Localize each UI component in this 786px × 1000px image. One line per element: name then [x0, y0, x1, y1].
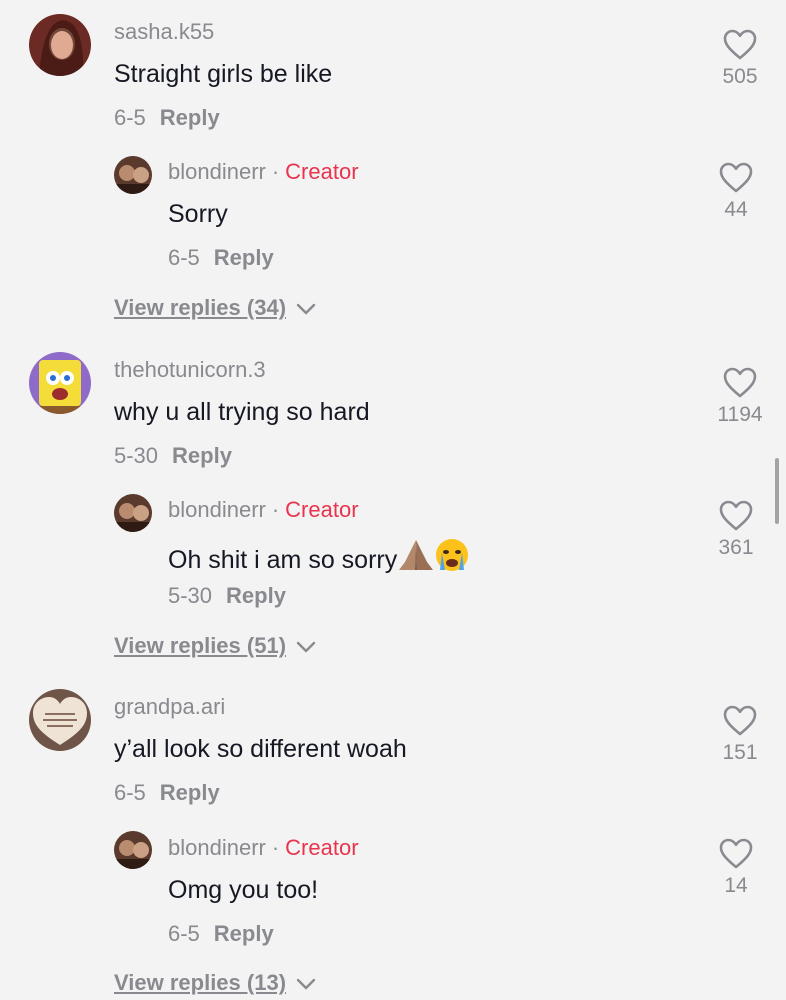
heart-outline-icon: [719, 838, 753, 869]
reply-button[interactable]: Reply: [214, 245, 274, 270]
reply-button[interactable]: Reply: [160, 780, 220, 805]
comment-meta: 5-30 Reply: [114, 443, 232, 469]
reply-username[interactable]: blondinerr: [168, 835, 266, 860]
comment-date: 6-5: [114, 780, 146, 805]
reply-button[interactable]: Reply: [172, 443, 232, 468]
reply-text: Oh shit i am so sorry: [168, 538, 469, 575]
like-button[interactable]: 151: [710, 705, 770, 765]
reply-button[interactable]: Reply: [160, 105, 220, 130]
avatar[interactable]: [114, 156, 152, 194]
comment-username[interactable]: thehotunicorn.3: [114, 357, 266, 383]
chevron-down-icon: [296, 641, 316, 653]
reply-meta: 5-30 Reply: [168, 583, 286, 609]
heart-outline-icon: [719, 162, 753, 193]
like-count: 14: [724, 874, 748, 897]
heart-outline-icon: [723, 705, 757, 736]
reply-username-row: blondinerr · Creator: [168, 497, 359, 523]
view-replies-button[interactable]: View replies (13): [114, 970, 316, 996]
view-replies-label: View replies (34): [114, 295, 287, 320]
avatar[interactable]: [29, 352, 91, 414]
reply-date: 6-5: [168, 921, 200, 946]
comment-username[interactable]: sasha.k55: [114, 19, 214, 45]
like-button[interactable]: 44: [706, 162, 766, 222]
view-replies-label: View replies (51): [114, 633, 287, 658]
comment-date: 6-5: [114, 105, 146, 130]
like-button[interactable]: 505: [710, 29, 770, 89]
reply-meta: 6-5 Reply: [168, 921, 274, 947]
scrollbar[interactable]: [775, 458, 779, 524]
creator-badge: Creator: [285, 497, 359, 522]
heart-outline-icon: [719, 500, 753, 531]
comment-date: 5-30: [114, 443, 159, 468]
reply-button[interactable]: Reply: [226, 583, 286, 608]
comment-text: why u all trying so hard: [114, 398, 370, 426]
like-count: 361: [718, 536, 754, 559]
like-button[interactable]: 14: [706, 838, 766, 898]
avatar[interactable]: [114, 831, 152, 869]
like-count: 44: [724, 198, 748, 221]
reply-username[interactable]: blondinerr: [168, 159, 266, 184]
separator-dot: ·: [271, 159, 280, 184]
comment-meta: 6-5 Reply: [114, 105, 220, 131]
reply-date: 6-5: [168, 245, 200, 270]
creator-badge: Creator: [285, 159, 359, 184]
creator-badge: Creator: [285, 835, 359, 860]
like-button[interactable]: 1194: [710, 367, 770, 427]
view-replies-button[interactable]: View replies (34): [114, 295, 316, 321]
chevron-down-icon: [296, 303, 316, 315]
view-replies-button[interactable]: View replies (51): [114, 633, 316, 659]
reply-username-row: blondinerr · Creator: [168, 159, 359, 185]
reply-date: 5-30: [168, 583, 213, 608]
avatar[interactable]: [29, 689, 91, 751]
comment-username[interactable]: grandpa.ari: [114, 694, 225, 720]
comment-text: Straight girls be like: [114, 60, 333, 88]
reply-username[interactable]: blondinerr: [168, 497, 266, 522]
reply-text: Sorry: [168, 200, 228, 228]
praying-hands-emoji: [399, 540, 434, 570]
like-count: 151: [722, 741, 758, 764]
comment-meta: 6-5 Reply: [114, 780, 220, 806]
chevron-down-icon: [296, 978, 316, 990]
like-count: 1194: [717, 403, 763, 426]
separator-dot: ·: [271, 835, 280, 860]
reply-text-content: Oh shit i am so sorry: [168, 546, 398, 574]
like-count: 505: [722, 65, 758, 88]
comment-text: y’all look so different woah: [114, 735, 407, 763]
reply-button[interactable]: Reply: [214, 921, 274, 946]
separator-dot: ·: [271, 497, 280, 522]
reply-username-row: blondinerr · Creator: [168, 835, 359, 861]
heart-outline-icon: [723, 367, 757, 398]
avatar[interactable]: [114, 494, 152, 532]
reply-meta: 6-5 Reply: [168, 245, 274, 271]
like-button[interactable]: 361: [706, 500, 766, 560]
heart-outline-icon: [723, 29, 757, 60]
avatar[interactable]: [29, 14, 91, 76]
reply-text: Omg you too!: [168, 876, 319, 904]
crying-face-emoji: [436, 539, 469, 571]
view-replies-label: View replies (13): [114, 970, 287, 995]
